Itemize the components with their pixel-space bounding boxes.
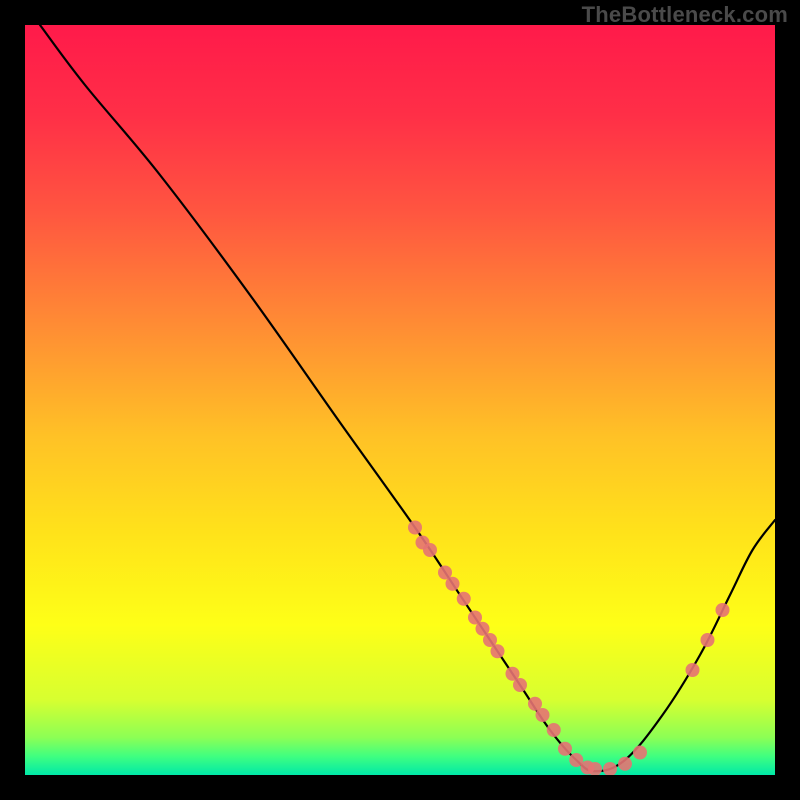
data-point bbox=[686, 663, 700, 677]
data-point bbox=[491, 644, 505, 658]
watermark-text: TheBottleneck.com bbox=[582, 2, 788, 28]
data-point bbox=[513, 678, 527, 692]
data-point bbox=[558, 742, 572, 756]
data-point bbox=[618, 757, 632, 771]
data-point bbox=[408, 521, 422, 535]
data-point bbox=[547, 723, 561, 737]
bottleneck-curve bbox=[40, 25, 775, 771]
data-point bbox=[716, 603, 730, 617]
data-point bbox=[423, 543, 437, 557]
plot-area bbox=[25, 25, 775, 775]
data-point bbox=[457, 592, 471, 606]
scatter-points bbox=[408, 521, 730, 776]
data-point bbox=[446, 577, 460, 591]
data-point bbox=[701, 633, 715, 647]
data-point bbox=[536, 708, 550, 722]
data-point bbox=[603, 762, 617, 775]
chart-frame: TheBottleneck.com bbox=[0, 0, 800, 800]
data-point bbox=[633, 746, 647, 760]
chart-svg bbox=[25, 25, 775, 775]
